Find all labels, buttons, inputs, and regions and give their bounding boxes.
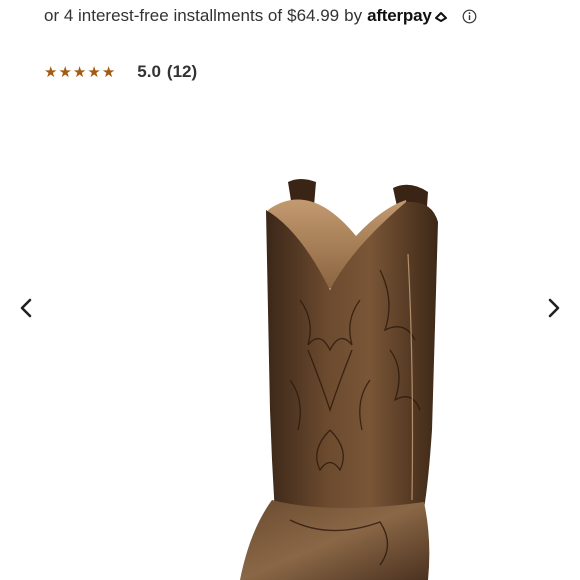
chevron-left-icon xyxy=(20,298,32,318)
installments-prefix: or 4 interest-free installments of xyxy=(44,6,283,25)
installments-amount: $64.99 xyxy=(287,6,340,25)
rating-row[interactable]: ★ ★ ★ ★ ★ 5.0 (12) xyxy=(44,62,197,82)
rating-value: 5.0 xyxy=(137,62,161,81)
chevron-right-icon xyxy=(548,298,560,318)
boot-foot xyxy=(240,500,430,580)
info-icon[interactable] xyxy=(462,9,477,24)
product-image-cowboy-boot xyxy=(240,179,438,580)
installments-by: by xyxy=(344,6,363,25)
installments-line: or 4 interest-free installments of $64.9… xyxy=(44,6,477,26)
star-icon: ★ xyxy=(87,63,101,81)
product-page: or 4 interest-free installments of $64.9… xyxy=(0,0,580,580)
star-icon: ★ xyxy=(44,63,58,81)
review-count[interactable]: (12) xyxy=(167,62,197,82)
star-icon: ★ xyxy=(101,63,116,81)
star-rating: ★ ★ ★ ★ ★ xyxy=(44,65,115,80)
afterpay-loop-icon xyxy=(434,12,447,22)
afterpay-logo: afterpay xyxy=(367,6,449,26)
afterpay-wordmark: afterpay xyxy=(367,6,432,25)
star-icon: ★ xyxy=(58,63,72,81)
gallery-next-button[interactable] xyxy=(540,290,568,326)
gallery-prev-button[interactable] xyxy=(12,290,40,326)
star-icon: ★ xyxy=(72,63,87,81)
